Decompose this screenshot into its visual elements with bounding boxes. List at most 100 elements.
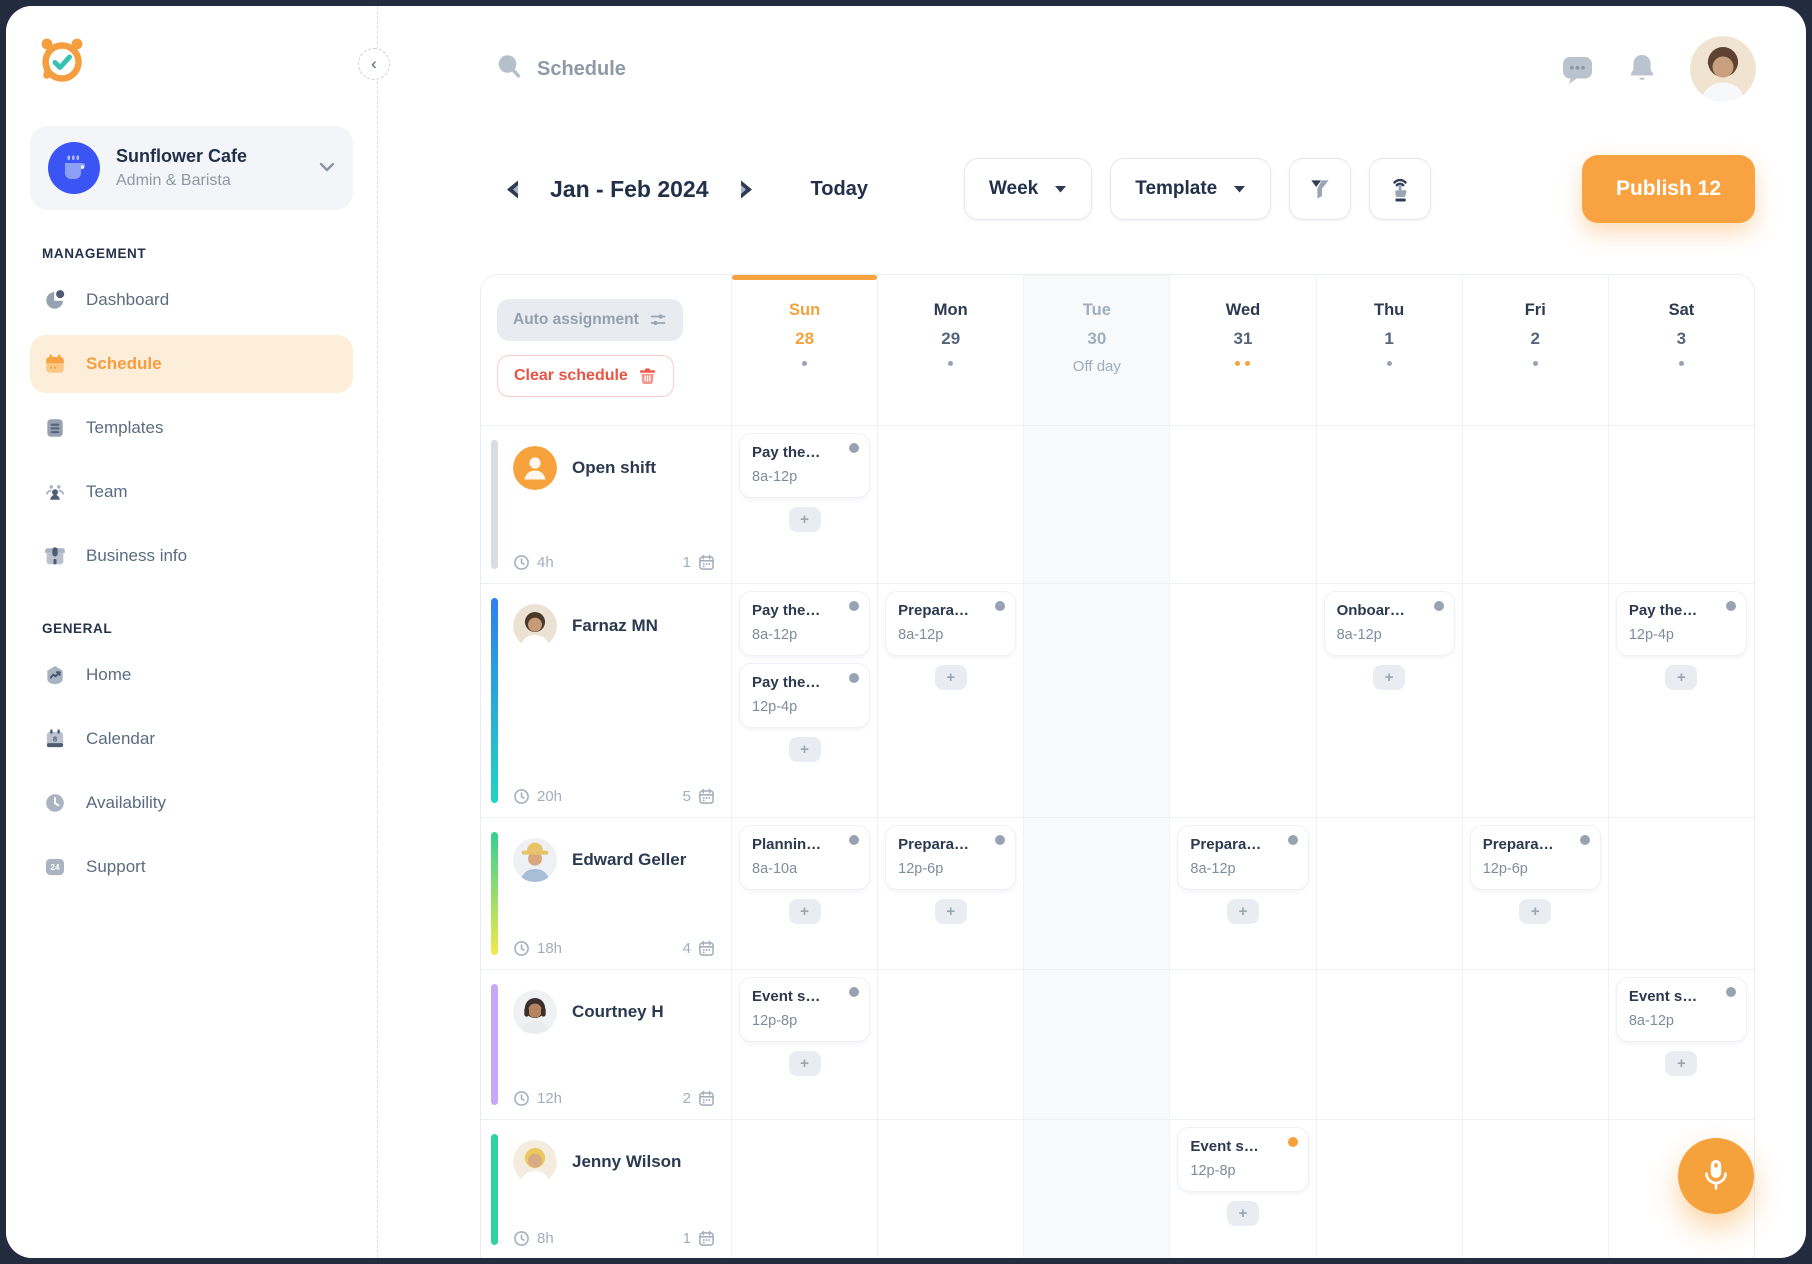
schedule-cell[interactable] [1316, 817, 1462, 969]
person-row-edward-geller[interactable]: Edward Geller18h4 [481, 817, 731, 969]
schedule-cell[interactable] [1462, 425, 1608, 583]
schedule-cell[interactable] [731, 1119, 877, 1258]
today-button[interactable]: Today [805, 177, 874, 202]
add-shift-button plus-icon[interactable]: + [789, 507, 821, 532]
schedule-cell[interactable] [1462, 583, 1608, 817]
workspace-switcher[interactable]: Sunflower Cafe Admin & Barista [30, 126, 353, 210]
add-shift-button plus-icon[interactable]: + [1373, 665, 1405, 690]
person-row-open-shift[interactable]: Open shift4h1 [481, 425, 731, 583]
add-shift-button plus-icon[interactable]: + [789, 899, 821, 924]
schedule-cell[interactable] [1316, 1119, 1462, 1258]
view-select-week[interactable]: Week [964, 158, 1092, 220]
schedule-cell[interactable] [1608, 817, 1754, 969]
add-shift-button plus-icon[interactable]: + [1227, 899, 1259, 924]
shift-card[interactable]: Onboar…8a-12p [1324, 591, 1455, 656]
add-shift-button plus-icon[interactable]: + [789, 737, 821, 762]
schedule-cell[interactable] [1169, 969, 1315, 1119]
schedule-cell[interactable]: Pay the…12p-4p + [1608, 583, 1754, 817]
schedule-cell[interactable] [1608, 425, 1754, 583]
schedule-cell[interactable] [1023, 817, 1169, 969]
day-column-header-sat[interactable]: Sat3 [1608, 275, 1754, 425]
day-column-header-mon[interactable]: Mon29 [877, 275, 1023, 425]
voice-assistant-button mic-icon[interactable] [1678, 1138, 1754, 1214]
schedule-cell[interactable] [1023, 425, 1169, 583]
sidebar-item-calendar[interactable]: 8Calendar [30, 710, 353, 768]
schedule-cell[interactable] [1023, 969, 1169, 1119]
shift-card[interactable]: Event s…12p-8p [739, 977, 870, 1042]
day-column-header-thu[interactable]: Thu1 [1316, 275, 1462, 425]
schedule-cell[interactable]: Event s…8a-12p + [1608, 969, 1754, 1119]
sidebar-item-business-info[interactable]: Business info [30, 527, 353, 585]
schedule-cell[interactable]: Onboar…8a-12p + [1316, 583, 1462, 817]
shift-card[interactable]: Event s…8a-12p [1616, 977, 1747, 1042]
shift-card[interactable]: Prepara…8a-12p [1177, 825, 1308, 890]
clear-schedule-button[interactable]: Clear schedule [497, 355, 674, 397]
publish-button[interactable]: Publish 12 [1582, 155, 1755, 223]
prev-week-button chevron-left-icon[interactable] [500, 175, 524, 204]
shift-card[interactable]: Prepara…12p-6p [885, 825, 1016, 890]
schedule-cell[interactable]: Plannin…8a-10a + [731, 817, 877, 969]
auto-assignment-button[interactable]: Auto assignment [497, 299, 683, 341]
day-column-header-wed[interactable]: Wed31 [1169, 275, 1315, 425]
next-week-button chevron-right-icon[interactable] [735, 175, 759, 204]
shift-card[interactable]: Pay the…8a-12p [739, 433, 870, 498]
home-trend-icon [44, 664, 66, 686]
add-shift-button plus-icon[interactable]: + [1519, 899, 1551, 924]
schedule-cell[interactable] [877, 1119, 1023, 1258]
shift-card[interactable]: Pay the…12p-4p [739, 663, 870, 728]
schedule-cell[interactable]: Prepara…8a-12p + [1169, 817, 1315, 969]
sidebar-item-availability[interactable]: Availability [30, 774, 353, 832]
schedule-cell[interactable] [1169, 425, 1315, 583]
template-select[interactable]: Template [1110, 158, 1271, 220]
schedule-cell[interactable] [1316, 969, 1462, 1119]
sidebar-item-dashboard[interactable]: Dashboard [30, 271, 353, 329]
person-row-farnaz-mn[interactable]: Farnaz MN20h5 [481, 583, 731, 817]
sidebar-collapse-button chevron-left-icon[interactable]: ‹ [358, 48, 390, 80]
filter-button filter-icon[interactable] [1289, 158, 1351, 220]
schedule-cell[interactable]: Pay the…8a-12p + [731, 425, 877, 583]
sidebar-item-team[interactable]: Team [30, 463, 353, 521]
schedule-cell[interactable] [877, 425, 1023, 583]
schedule-cell[interactable] [1462, 1119, 1608, 1258]
shift-card[interactable]: Prepara…8a-12p [885, 591, 1016, 656]
add-shift-button plus-icon[interactable]: + [1227, 1201, 1259, 1226]
schedule-cell[interactable] [1023, 583, 1169, 817]
sidebar-item-home[interactable]: Home [30, 646, 353, 704]
person-stats: 18h4 [513, 940, 715, 957]
schedule-cell[interactable] [1169, 583, 1315, 817]
day-column-header-tue[interactable]: Tue30Off day [1023, 275, 1169, 425]
schedule-cell[interactable]: Event s…12p-8p + [1169, 1119, 1315, 1258]
sidebar-item-schedule[interactable]: Schedule [30, 335, 353, 393]
shift-card[interactable]: Prepara…12p-6p [1470, 825, 1601, 890]
tap-publish-button tap-publish-icon[interactable] [1369, 158, 1431, 220]
schedule-cell[interactable] [877, 969, 1023, 1119]
schedule-cell[interactable]: Prepara…8a-12p + [877, 583, 1023, 817]
chat-button chat-icon[interactable] [1561, 54, 1594, 85]
shift-card[interactable]: Event s…12p-8p [1177, 1127, 1308, 1192]
shift-card[interactable]: Plannin…8a-10a [739, 825, 870, 890]
notifications-button bell-icon[interactable] [1628, 53, 1656, 85]
person-row-courtney-h[interactable]: Courtney H12h2 [481, 969, 731, 1119]
user-avatar[interactable] [1690, 36, 1756, 102]
schedule-cell[interactable]: Event s…12p-8p + [731, 969, 877, 1119]
shift-card[interactable]: Pay the…8a-12p [739, 591, 870, 656]
schedule-cell[interactable]: Pay the…8a-12p Pay the…12p-4p + [731, 583, 877, 817]
person-name: Open shift [572, 458, 656, 478]
schedule-cell[interactable]: Prepara…12p-6p + [1462, 817, 1608, 969]
add-shift-button plus-icon[interactable]: + [935, 899, 967, 924]
add-shift-button plus-icon[interactable]: + [935, 665, 967, 690]
schedule-cell[interactable]: Prepara…12p-6p + [877, 817, 1023, 969]
shift-status-dot [1288, 1137, 1298, 1147]
shift-card[interactable]: Pay the…12p-4p [1616, 591, 1747, 656]
schedule-cell[interactable] [1316, 425, 1462, 583]
add-shift-button plus-icon[interactable]: + [789, 1051, 821, 1076]
schedule-cell[interactable] [1023, 1119, 1169, 1258]
add-shift-button plus-icon[interactable]: + [1665, 1051, 1697, 1076]
add-shift-button plus-icon[interactable]: + [1665, 665, 1697, 690]
sidebar-item-support[interactable]: 24Support [30, 838, 353, 896]
day-column-header-fri[interactable]: Fri2 [1462, 275, 1608, 425]
sidebar-item-templates[interactable]: Templates [30, 399, 353, 457]
schedule-cell[interactable] [1462, 969, 1608, 1119]
person-row-jenny-wilson[interactable]: Jenny Wilson8h1 [481, 1119, 731, 1258]
day-column-header-sun[interactable]: Sun28 [731, 275, 877, 425]
